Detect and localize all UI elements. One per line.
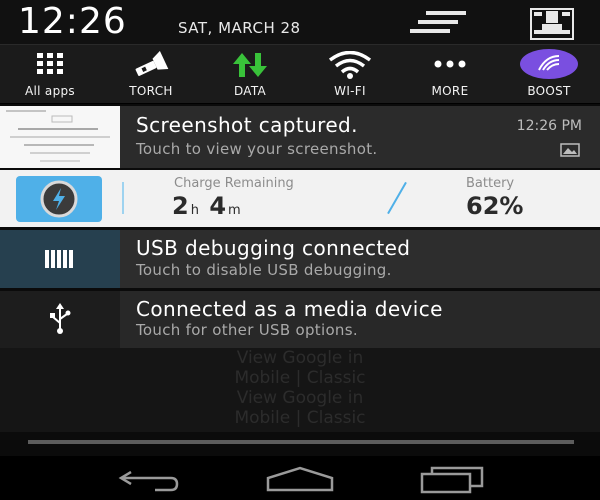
image-icon bbox=[560, 142, 580, 157]
notification-subtitle: Touch to view your screenshot. bbox=[136, 140, 378, 158]
quick-settings-bar: All apps TORCH DATA WI-FI MORE BOOST bbox=[0, 44, 600, 104]
notification-title: Connected as a media device bbox=[136, 297, 443, 321]
dimmed-background: View Google in Mobile | Classic View Goo… bbox=[0, 348, 600, 432]
wifi-button[interactable]: WI-FI bbox=[305, 45, 395, 103]
all-apps-label: All apps bbox=[25, 84, 75, 98]
minutes-value: 4 bbox=[209, 192, 227, 220]
charge-remaining-label: Charge Remaining bbox=[174, 176, 294, 191]
more-label: MORE bbox=[431, 84, 469, 98]
screenshot-notification[interactable]: Screenshot captured. Touch to view your … bbox=[0, 106, 600, 168]
hours-unit: h bbox=[190, 203, 199, 218]
profile-icon[interactable] bbox=[530, 8, 574, 40]
debug-bug-icon bbox=[45, 250, 73, 268]
background-text: Mobile | Classic bbox=[234, 368, 366, 388]
hours-value: 2 bbox=[172, 192, 189, 220]
data-arrows-icon bbox=[205, 51, 295, 79]
background-text: View Google in bbox=[236, 388, 364, 408]
minutes-unit: m bbox=[228, 203, 241, 218]
all-apps-button[interactable]: All apps bbox=[5, 45, 95, 103]
separator-slash bbox=[387, 181, 407, 215]
data-label: DATA bbox=[233, 84, 267, 98]
battery-notification[interactable]: Charge Remaining 2h 4m Battery 62% bbox=[0, 170, 600, 227]
battery-app-tile bbox=[16, 176, 102, 222]
recent-apps-icon[interactable] bbox=[418, 464, 488, 494]
usb-debugging-notification[interactable]: USB debugging connected Touch to disable… bbox=[0, 230, 600, 288]
battery-label: Battery bbox=[466, 176, 515, 191]
torch-label: TORCH bbox=[129, 84, 173, 98]
usb-icon bbox=[0, 291, 120, 348]
data-button[interactable]: DATA bbox=[205, 45, 295, 103]
boost-label: BOOST bbox=[527, 84, 571, 98]
battery-percent: 62% bbox=[466, 192, 524, 220]
more-dots-icon bbox=[405, 51, 495, 79]
charge-remaining-value: 2h 4m bbox=[172, 192, 243, 220]
notification-title: Screenshot captured. bbox=[136, 113, 358, 137]
torch-button[interactable]: TORCH bbox=[106, 45, 196, 103]
usb-debugging-tile bbox=[0, 230, 120, 288]
background-text: View Google in bbox=[236, 348, 364, 368]
boost-button[interactable]: BOOST bbox=[504, 45, 594, 103]
notification-time: 12:26 PM bbox=[516, 118, 582, 134]
navigation-bar bbox=[0, 456, 600, 500]
screenshot-thumbnail bbox=[0, 106, 120, 168]
clock: 12:26 bbox=[18, 1, 127, 42]
status-bar: 12:26 SAT, MARCH 28 bbox=[0, 0, 600, 44]
more-button[interactable]: MORE bbox=[405, 45, 495, 103]
home-icon[interactable] bbox=[262, 464, 338, 494]
back-icon[interactable] bbox=[115, 464, 185, 494]
notification-subtitle: Touch to disable USB debugging. bbox=[136, 261, 392, 279]
wifi-icon bbox=[305, 51, 395, 79]
flashlight-icon bbox=[106, 51, 196, 79]
grid-icon bbox=[5, 51, 95, 79]
media-device-notification[interactable]: Connected as a media device Touch for ot… bbox=[0, 291, 600, 348]
divider bbox=[122, 182, 124, 214]
notification-subtitle: Touch for other USB options. bbox=[136, 321, 358, 339]
background-text: Mobile | Classic bbox=[234, 408, 366, 428]
wifi-label: WI-FI bbox=[334, 84, 366, 98]
quick-settings-toggle-icon[interactable] bbox=[404, 8, 470, 38]
notification-title: USB debugging connected bbox=[136, 236, 411, 260]
boost-icon bbox=[504, 48, 594, 79]
shade-drag-handle[interactable] bbox=[28, 440, 574, 444]
